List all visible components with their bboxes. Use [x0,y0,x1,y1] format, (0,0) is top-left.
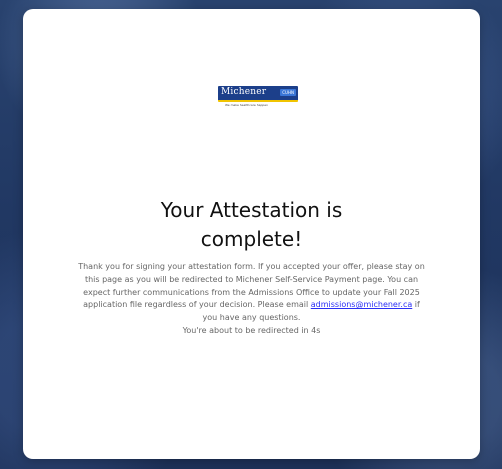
page-title: Your Attestation is complete! [23,196,480,254]
title-line-2: complete! [200,227,303,251]
logo-bar: Michener CUHN [218,86,298,102]
redirect-notice: You're about to be redirected in 4s [182,325,321,335]
michener-logo: Michener CUHN We make healthcare happen [218,86,298,113]
title-line-1: Your Attestation is [160,198,343,222]
logo-tag: CUHN [280,89,296,96]
attestation-card: Michener CUHN We make healthcare happen … [23,9,480,459]
confirmation-message: Thank you for signing your attestation f… [78,261,425,338]
logo-name: Michener [221,87,267,97]
admissions-email-link[interactable]: admissions@michener.ca [311,300,412,309]
logo-tagline: We make healthcare happen [225,103,269,107]
